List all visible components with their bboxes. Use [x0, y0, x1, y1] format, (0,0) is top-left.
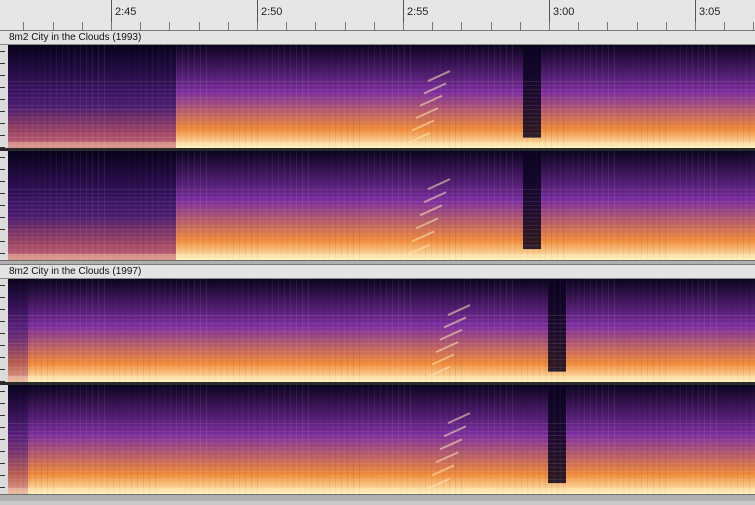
ruler-label: 2:50 [261, 6, 283, 18]
frequency-tick [0, 135, 5, 136]
frequency-tick [0, 321, 5, 322]
frequency-tick [0, 229, 5, 230]
frequency-tick [0, 111, 5, 112]
frequency-tick [0, 297, 5, 298]
ruler-minor-tick [607, 22, 608, 30]
ruler-minor-tick [199, 22, 200, 30]
frequency-tick [0, 451, 5, 452]
frequency-tick [0, 205, 5, 206]
frequency-tick [0, 99, 5, 100]
ruler-label: 3:00 [553, 6, 575, 18]
track-name[interactable]: 8m2 City in the Clouds (1993) [9, 31, 141, 44]
frequency-tick [0, 169, 5, 170]
frequency-tick [0, 87, 5, 88]
ruler-minor-tick [345, 22, 346, 30]
track-header[interactable]: 8m2 City in the Clouds (1997) [0, 265, 755, 279]
frequency-tick [0, 345, 5, 346]
spectrogram-svg [8, 45, 755, 148]
spectrogram-svg [8, 385, 755, 494]
frequency-tick [0, 51, 5, 52]
audio-track-2[interactable]: 8m2 City in the Clouds (1997) [0, 264, 755, 501]
ruler-minor-tick [228, 22, 229, 30]
frequency-tick [0, 285, 5, 286]
spectrogram-svg [8, 151, 755, 260]
ruler-label: 2:45 [115, 6, 137, 18]
frequency-tick [0, 439, 5, 440]
ruler-minor-tick [111, 22, 112, 30]
audio-track-1[interactable]: 8m2 City in the Clouds (1993) [0, 30, 755, 267]
frequency-tick [0, 181, 5, 182]
ruler-minor-tick [753, 22, 754, 30]
ruler-minor-tick [169, 22, 170, 30]
frequency-tick [0, 241, 5, 242]
ruler-minor-tick [461, 22, 462, 30]
spectrogram-channel-left[interactable] [8, 279, 755, 382]
ruler-label: 3:05 [699, 6, 721, 18]
frequency-tick [0, 333, 5, 334]
ruler-minor-tick [286, 22, 287, 30]
timeline-ruler[interactable]: 2:45 2:50 2:55 3:00 3:05 [0, 0, 755, 31]
frequency-tick [0, 193, 5, 194]
ruler-minor-tick [549, 22, 550, 30]
ruler-minor-tick [637, 22, 638, 30]
frequency-tick [0, 427, 5, 428]
frequency-tick [0, 403, 5, 404]
track-header[interactable]: 8m2 City in the Clouds (1993) [0, 31, 755, 45]
ruler-minor-tick [403, 22, 404, 30]
ruler-minor-tick [666, 22, 667, 30]
frequency-tick [0, 309, 5, 310]
frequency-tick [0, 415, 5, 416]
ruler-minor-tick [578, 22, 579, 30]
ruler-minor-tick [257, 22, 258, 30]
spectrogram-channel-right[interactable] [8, 151, 755, 260]
ruler-minor-tick [491, 22, 492, 30]
spectrogram-svg [8, 279, 755, 382]
frequency-tick [0, 253, 5, 254]
frequency-tick [0, 357, 5, 358]
ruler-minor-tick [315, 22, 316, 30]
ruler-label: 2:55 [407, 6, 429, 18]
ruler-minor-tick [23, 22, 24, 30]
frequency-tick [0, 123, 5, 124]
ruler-minor-tick [53, 22, 54, 30]
frequency-tick [0, 157, 5, 158]
spectrogram-channel-left[interactable] [8, 45, 755, 148]
frequency-tick [0, 475, 5, 476]
track-resize-handle[interactable] [0, 494, 755, 501]
ruler-minor-tick [82, 22, 83, 30]
frequency-tick [0, 369, 5, 370]
frequency-tick [0, 63, 5, 64]
frequency-tick [0, 463, 5, 464]
ruler-minor-tick [695, 22, 696, 30]
frequency-tick [0, 487, 5, 488]
frequency-tick [0, 75, 5, 76]
track-name[interactable]: 8m2 City in the Clouds (1997) [9, 265, 141, 278]
ruler-minor-tick [432, 22, 433, 30]
ruler-minor-tick [140, 22, 141, 30]
frequency-tick [0, 217, 5, 218]
spectrogram-fill [8, 279, 755, 382]
ruler-minor-tick [520, 22, 521, 30]
ruler-minor-tick [374, 22, 375, 30]
frequency-tick [0, 391, 5, 392]
ruler-minor-tick [724, 22, 725, 30]
spectrogram-channel-right[interactable] [8, 385, 755, 494]
